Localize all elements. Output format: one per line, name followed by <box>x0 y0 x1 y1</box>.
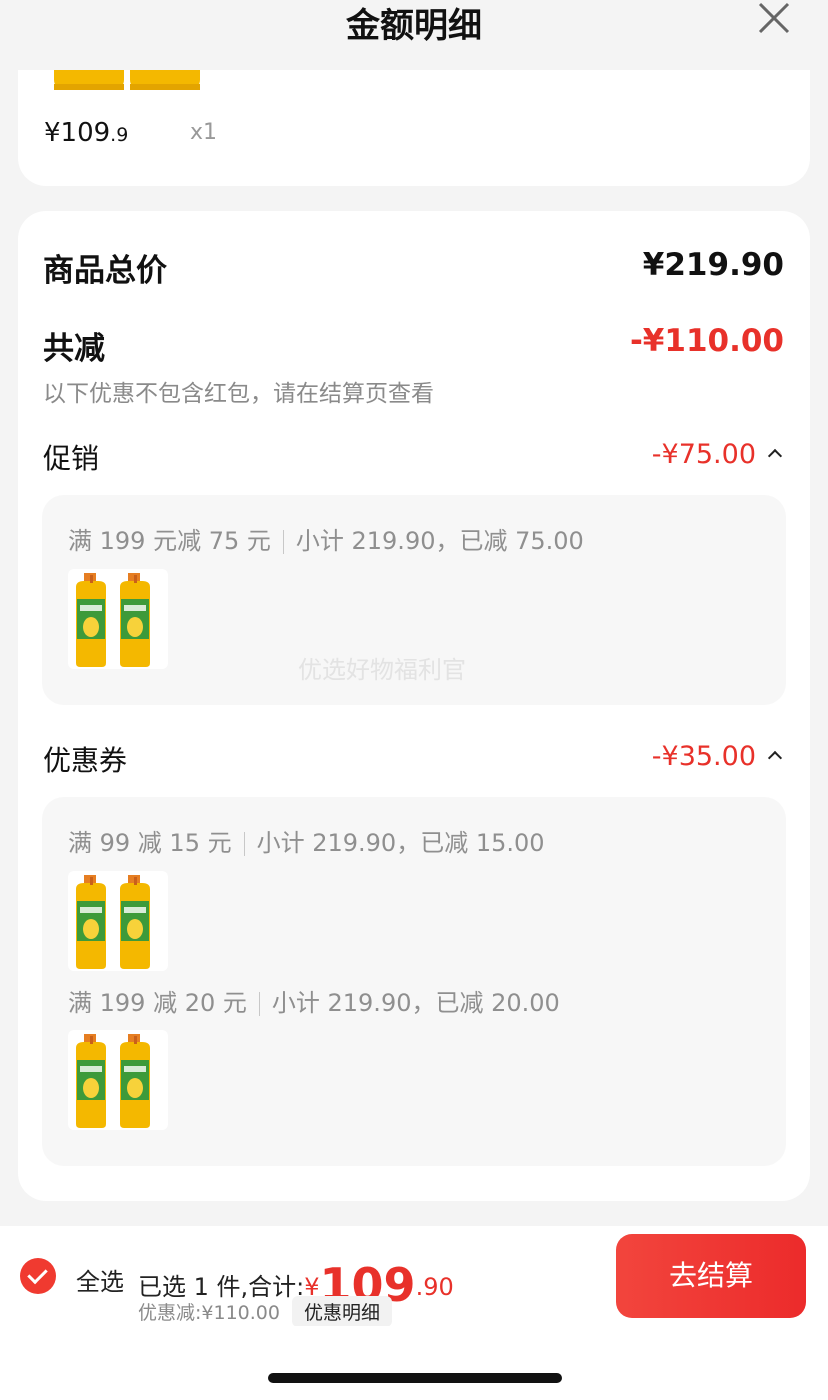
coupon-label: 优惠券 <box>43 744 128 777</box>
item-price: ¥109.9 <box>44 118 129 148</box>
promotion-detail-box: 满 199 元减 75 元小计 219.90，已减 75.00 优选好物福利官 <box>42 495 786 705</box>
oil-bottle-image <box>54 70 204 94</box>
coupon-rule: 满 199 减 20 元小计 219.90，已减 20.00 <box>68 989 560 1017</box>
product-thumbnail <box>68 871 168 971</box>
promotion-value: -¥75.00 <box>651 439 756 470</box>
home-indicator[interactable] <box>268 1373 562 1383</box>
item-quantity: x1 <box>190 120 218 145</box>
item-card: ¥109.9 x1 <box>18 70 810 186</box>
promotion-rule: 满 199 元减 75 元小计 219.90，已减 75.00 <box>68 527 584 555</box>
product-thumbnail <box>68 569 168 669</box>
discount-label: 共减 <box>43 331 105 367</box>
promotion-label: 促销 <box>43 442 100 475</box>
coupon-value: -¥35.00 <box>651 741 756 772</box>
goods-total-value: ¥219.90 <box>642 247 784 283</box>
product-thumbnail <box>68 1030 168 1130</box>
saved-amount: 优惠减:¥110.00 <box>138 1302 280 1324</box>
checkout-bar: 全选 已选 1 件,合计:¥109.90 优惠减:¥110.00 优惠明细 去结… <box>0 1226 828 1327</box>
header: 金额明细 <box>0 0 828 70</box>
checkout-button[interactable]: 去结算 <box>616 1234 806 1318</box>
amount-detail-card: 商品总价 ¥219.90 共减 -¥110.00 以下优惠不包含红包，请在结算页… <box>18 211 810 1201</box>
coupon-rule: 满 99 减 15 元小计 219.90，已减 15.00 <box>68 829 545 857</box>
watermark-text: 优选好物福利官 <box>298 656 466 684</box>
caret-up-icon <box>767 448 783 464</box>
goods-total-label: 商品总价 <box>43 253 167 289</box>
check-circle-icon[interactable] <box>20 1258 56 1294</box>
page-title: 金额明细 <box>346 6 482 46</box>
coupon-toggle[interactable]: -¥35.00 <box>651 741 783 772</box>
promotion-toggle[interactable]: -¥75.00 <box>651 439 783 470</box>
caret-up-icon <box>767 750 783 766</box>
discount-note: 以下优惠不包含红包，请在结算页查看 <box>43 381 434 407</box>
discount-detail-button[interactable]: 优惠明细 <box>292 1296 393 1327</box>
home-indicator-area <box>0 1326 828 1400</box>
coupon-detail-box: 满 99 减 15 元小计 219.90，已减 15.00 满 199 减 20… <box>42 797 786 1166</box>
discount-value: -¥110.00 <box>629 323 784 359</box>
select-all-label[interactable]: 全选 <box>76 1262 124 1297</box>
close-icon[interactable] <box>754 0 794 40</box>
